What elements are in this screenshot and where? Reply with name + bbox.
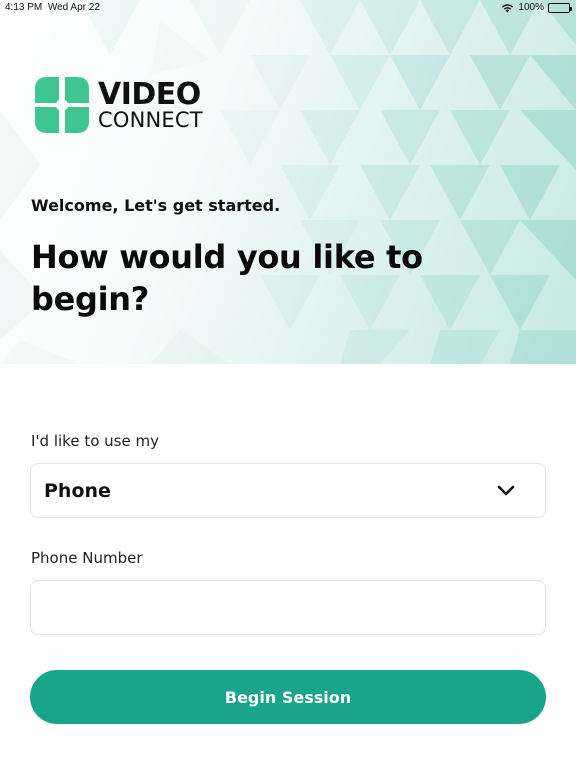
device-select[interactable]: Phone <box>30 463 546 518</box>
page-title: How would you like to begin? <box>31 238 423 318</box>
battery-icon <box>548 2 572 13</box>
status-date: Wed Apr 22 <box>47 2 100 13</box>
status-time: 4:13 PM Wed Apr 22 <box>5 2 100 13</box>
chevron-down-icon <box>497 485 515 495</box>
phone-number-input[interactable] <box>30 580 546 635</box>
welcome-text: Welcome, Let's get started. <box>31 196 281 215</box>
video-connect-logo-icon <box>35 77 89 133</box>
wifi-icon <box>502 3 514 12</box>
logo-text-video: VIDEO <box>98 76 201 112</box>
status-clock: 4:13 PM <box>5 2 43 13</box>
device-select-value: Phone <box>44 479 111 502</box>
hero-banner: VIDEO CONNECT Welcome, Let's get started… <box>0 0 576 364</box>
battery-percentage: 100% <box>518 2 544 13</box>
status-bar: 4:13 PM Wed Apr 22 100% <box>0 0 576 16</box>
logo-text-connect: CONNECT <box>98 107 203 132</box>
begin-session-button[interactable]: Begin Session <box>30 670 546 724</box>
app-logo: VIDEO CONNECT <box>33 75 203 135</box>
status-indicators: 100% <box>501 2 572 13</box>
phone-number-label: Phone Number <box>31 549 143 567</box>
device-select-label: I'd like to use my <box>31 432 159 450</box>
